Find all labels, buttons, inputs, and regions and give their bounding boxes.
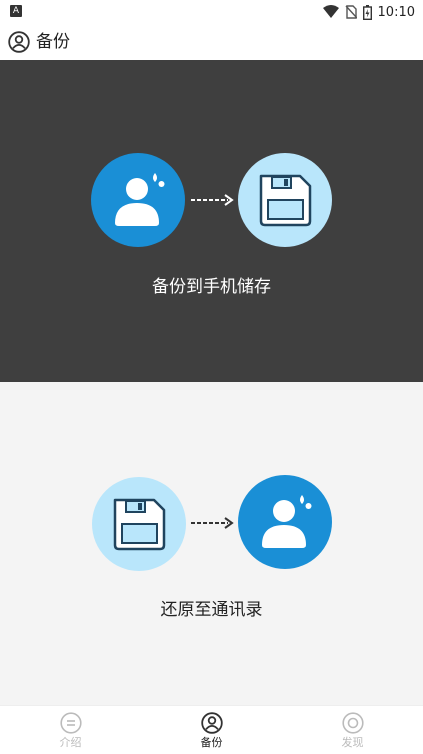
floppy-disk-icon [113, 498, 166, 551]
bottom-navigation: 介绍 备份 发现 [0, 705, 423, 754]
status-bar: A 10:10 [0, 0, 423, 24]
nav-label-backup: 备份 [200, 736, 223, 749]
menu-circle-icon [60, 712, 82, 734]
person-icon [262, 495, 312, 548]
user-circle-icon[interactable] [8, 31, 30, 53]
backup-file-circle [92, 477, 186, 571]
nav-tab-discover[interactable]: 发现 [282, 706, 423, 754]
no-sim-icon [345, 5, 357, 19]
page-title: 备份 [36, 32, 70, 52]
restore-label: 还原至通讯录 [160, 600, 263, 620]
nav-tab-intro[interactable]: 介绍 [0, 706, 141, 754]
app-header: 备份 [0, 24, 423, 60]
contacts-target-circle [238, 475, 332, 569]
dashed-arrow-icon [191, 517, 234, 529]
nav-label-intro: 介绍 [59, 736, 82, 749]
status-time: 10:10 [377, 4, 415, 20]
floppy-disk-icon [259, 174, 312, 227]
backup-label: 备份到手机储存 [152, 277, 271, 297]
nav-label-discover: 发现 [341, 736, 364, 749]
notification-a-icon: A [10, 5, 22, 17]
target-circle-icon [342, 712, 364, 734]
person-icon [115, 173, 165, 226]
wifi-icon [322, 5, 339, 18]
user-circle-icon [201, 712, 223, 734]
phone-storage-circle [238, 153, 332, 247]
restore-to-contacts-panel[interactable]: 还原至通讯录 [0, 382, 423, 705]
contact-source-circle [91, 153, 185, 247]
backup-to-phone-panel[interactable]: 备份到手机储存 [0, 60, 423, 382]
dashed-arrow-icon [191, 194, 234, 206]
nav-tab-backup[interactable]: 备份 [141, 706, 282, 754]
battery-charging-icon [362, 4, 372, 20]
status-icons: 10:10 [322, 0, 415, 24]
